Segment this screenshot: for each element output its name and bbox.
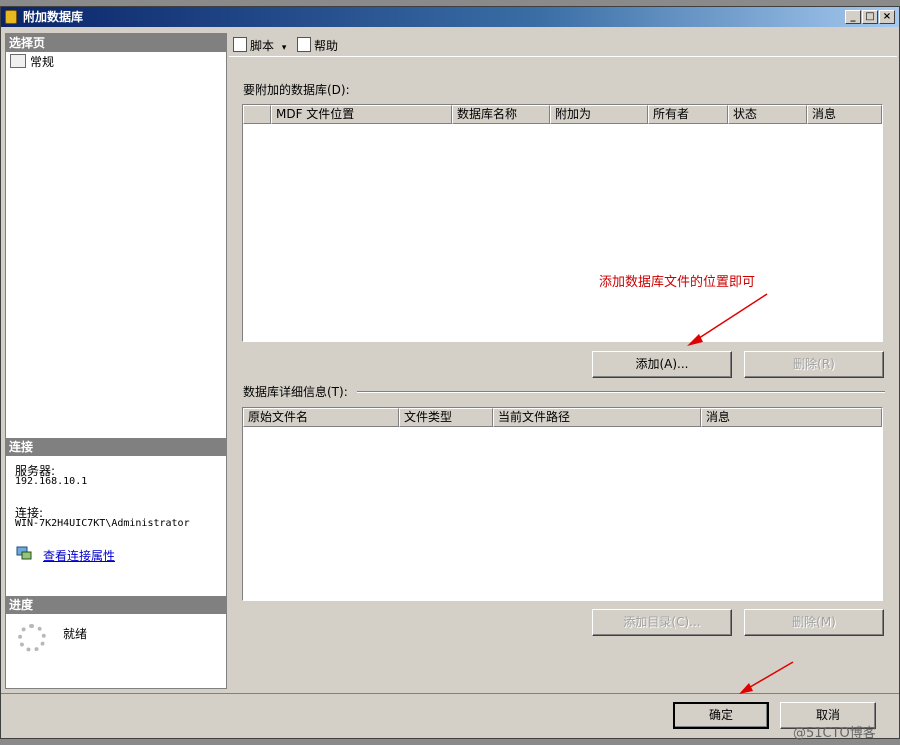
help-button[interactable]: 帮助	[297, 37, 338, 53]
script-icon	[233, 37, 247, 52]
progress-header: 进度	[6, 596, 226, 614]
annotation-arrow-add	[687, 293, 768, 346]
annotation-arrow-ok	[739, 661, 794, 694]
add-database-button[interactable]: 添加(A)...	[592, 351, 732, 378]
minimize-button[interactable]: _	[845, 10, 861, 24]
attach-databases-grid[interactable]: MDF 文件位置 数据库名称 附加为 所有者 状态 消息	[242, 104, 883, 342]
ok-button[interactable]: 确定	[673, 702, 769, 729]
watermark-text: @51CTO博客	[793, 726, 876, 741]
column-header-original-file-name[interactable]: 原始文件名	[243, 408, 399, 427]
add-catalog-button[interactable]: 添加目录(C)...	[592, 609, 732, 636]
remove-file-button[interactable]: 删除(M)	[744, 609, 884, 636]
column-header-status[interactable]: 状态	[728, 105, 807, 124]
script-button[interactable]: 脚本 ▾	[233, 37, 286, 53]
maximize-button[interactable]: □	[862, 10, 878, 24]
details-separator	[357, 391, 885, 393]
database-details-grid[interactable]: 原始文件名 文件类型 当前文件路径 消息	[242, 407, 883, 601]
details-grid-header: 原始文件名 文件类型 当前文件路径 消息	[243, 408, 882, 427]
column-header-mdf-location[interactable]: MDF 文件位置	[271, 105, 452, 124]
attach-section-label: 要附加的数据库(D):	[243, 83, 350, 97]
connection-properties-icon	[16, 546, 32, 560]
title-bar[interactable]: 附加数据库 _ □ ×	[1, 7, 899, 27]
server-value: 192.168.10.1	[15, 476, 88, 487]
help-icon	[297, 37, 311, 52]
connection-header: 连接	[6, 438, 226, 456]
dialog-footer: 确定 取消 @51CTO博客	[1, 661, 899, 741]
column-header-attach-as[interactable]: 附加为	[550, 105, 648, 124]
column-header-message[interactable]: 消息	[807, 105, 882, 124]
connection-value: WIN-7K2H4UIC7KT\Administrator	[15, 518, 190, 529]
details-section-label: 数据库详细信息(T):	[243, 385, 348, 399]
column-header-database-name[interactable]: 数据库名称	[452, 105, 550, 124]
chevron-down-icon[interactable]: ▾	[282, 43, 287, 53]
nav-item-label: 常规	[30, 55, 55, 69]
column-header-current-file-path[interactable]: 当前文件路径	[493, 408, 701, 427]
database-icon	[5, 10, 17, 24]
page-icon	[10, 54, 26, 68]
window-title: 附加数据库	[23, 10, 84, 24]
nav-item-general[interactable]: 常规	[10, 54, 54, 70]
toolbar: 脚本 ▾ 帮助	[229, 33, 897, 57]
attach-grid-header: MDF 文件位置 数据库名称 附加为 所有者 状态 消息	[243, 105, 882, 124]
close-button[interactable]: ×	[879, 10, 895, 24]
attach-database-dialog: 附加数据库 _ □ × 选择页 常规 连接 服务器: 192.168.10.1 …	[0, 6, 900, 741]
column-header-file-type[interactable]: 文件类型	[399, 408, 493, 427]
view-connection-properties-link[interactable]: 查看连接属性	[43, 547, 115, 564]
column-header-owner[interactable]: 所有者	[648, 105, 728, 124]
remove-database-button[interactable]: 删除(R)	[744, 351, 884, 378]
row-selector-header	[243, 105, 271, 124]
select-page-header: 选择页	[6, 34, 226, 52]
progress-spinner-icon	[18, 624, 46, 652]
progress-status: 就绪	[63, 627, 88, 641]
right-pane: 脚本 ▾ 帮助 要附加的数据库(D): MDF 文件位置 数据库名称 附加为 所…	[229, 33, 897, 689]
column-header-details-message[interactable]: 消息	[701, 408, 882, 427]
left-pane: 选择页 常规 连接 服务器: 192.168.10.1 连接: WIN-7K2H…	[5, 33, 227, 689]
